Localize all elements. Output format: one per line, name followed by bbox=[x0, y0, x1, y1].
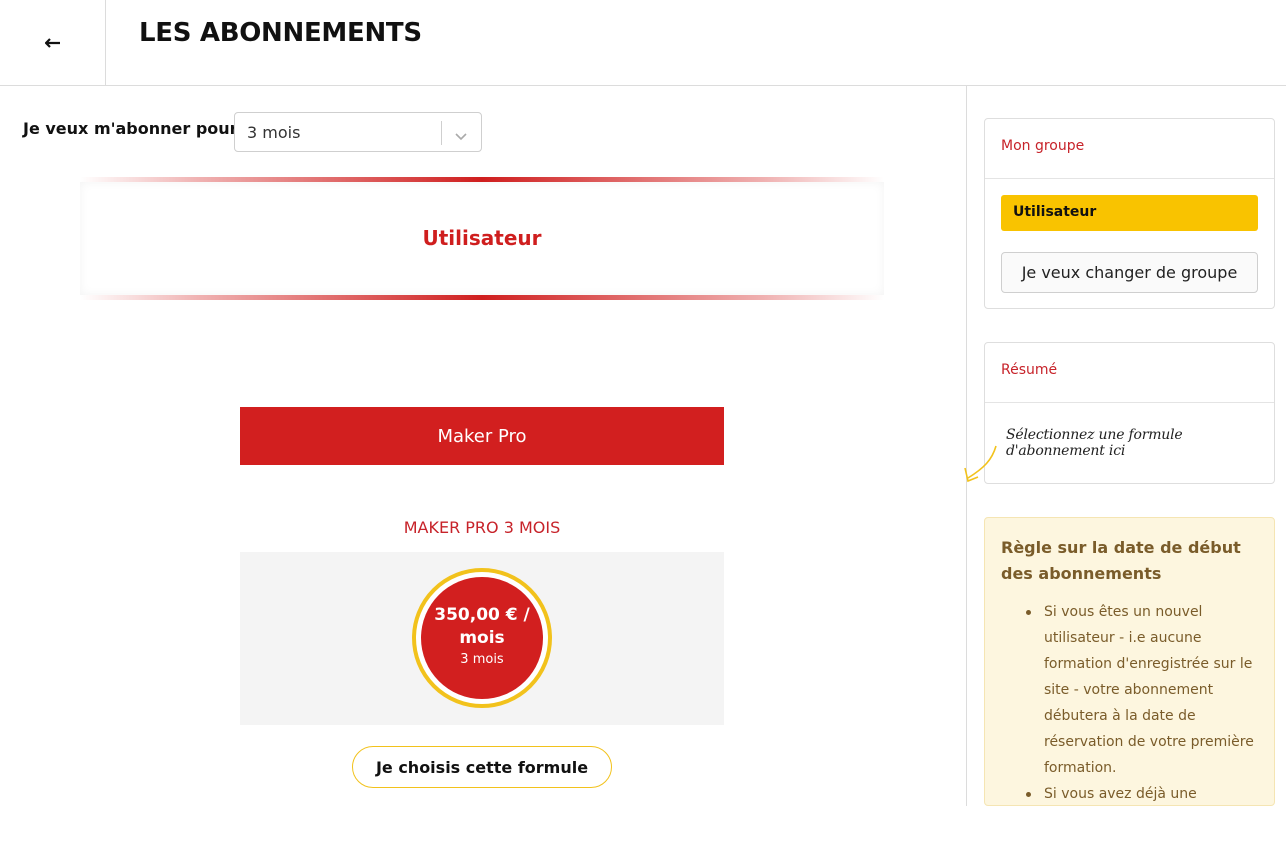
top-bar: LES ABONNEMENTS bbox=[0, 0, 1286, 86]
subscription-duration-label: Je veux m'abonner pour bbox=[23, 119, 238, 138]
group-badge: Utilisateur bbox=[1001, 195, 1258, 231]
rule-list: Si vous êtes un nouvel utilisateur - i.e… bbox=[1026, 599, 1260, 805]
banner-bottom-line bbox=[80, 295, 884, 300]
group-banner-label: Utilisateur bbox=[422, 226, 542, 250]
select-separator bbox=[441, 121, 442, 145]
rule-item: Si vous êtes un nouvel utilisateur - i.e… bbox=[1026, 599, 1260, 781]
duration-select-value: 3 mois bbox=[247, 123, 301, 142]
summary-card: Résumé Sélectionnez une formule d'abonne… bbox=[984, 342, 1275, 484]
change-group-button[interactable]: Je veux changer de groupe bbox=[1001, 252, 1258, 293]
back-arrow-icon bbox=[44, 37, 61, 48]
rule-item: Si vous avez déjà une bbox=[1026, 781, 1260, 805]
start-date-rule-box: Règle sur la date de début des abonnemen… bbox=[984, 517, 1275, 806]
price-box: 350,00 € / mois 3 mois bbox=[240, 552, 724, 725]
group-card: Mon groupe Utilisateur Je veux changer d… bbox=[984, 118, 1275, 309]
plan-name: MAKER PRO 3 MOIS bbox=[403, 518, 561, 537]
group-banner: Utilisateur bbox=[80, 177, 884, 302]
rule-title: Règle sur la date de début des abonnemen… bbox=[1001, 538, 1241, 583]
back-button[interactable] bbox=[0, 0, 106, 85]
summary-card-title: Résumé bbox=[985, 343, 1274, 403]
price-ring: 350,00 € / mois 3 mois bbox=[412, 568, 552, 708]
price-amount: 350,00 € / mois bbox=[434, 605, 530, 648]
choose-plan-button[interactable]: Je choisis cette formule bbox=[352, 746, 612, 788]
duration-select[interactable]: 3 mois bbox=[234, 112, 482, 152]
chevron-down-icon[interactable] bbox=[454, 127, 468, 146]
price-duration: 3 mois bbox=[460, 652, 504, 667]
summary-hint-text: Sélectionnez une formule d'abonnement ic… bbox=[1006, 427, 1183, 459]
plan-header: Maker Pro bbox=[240, 407, 724, 465]
hand-drawn-arrow-icon bbox=[962, 442, 1002, 490]
price-circle: 350,00 € / mois 3 mois bbox=[421, 577, 543, 699]
group-card-title: Mon groupe bbox=[985, 119, 1274, 179]
page-title: LES ABONNEMENTS bbox=[139, 18, 422, 48]
